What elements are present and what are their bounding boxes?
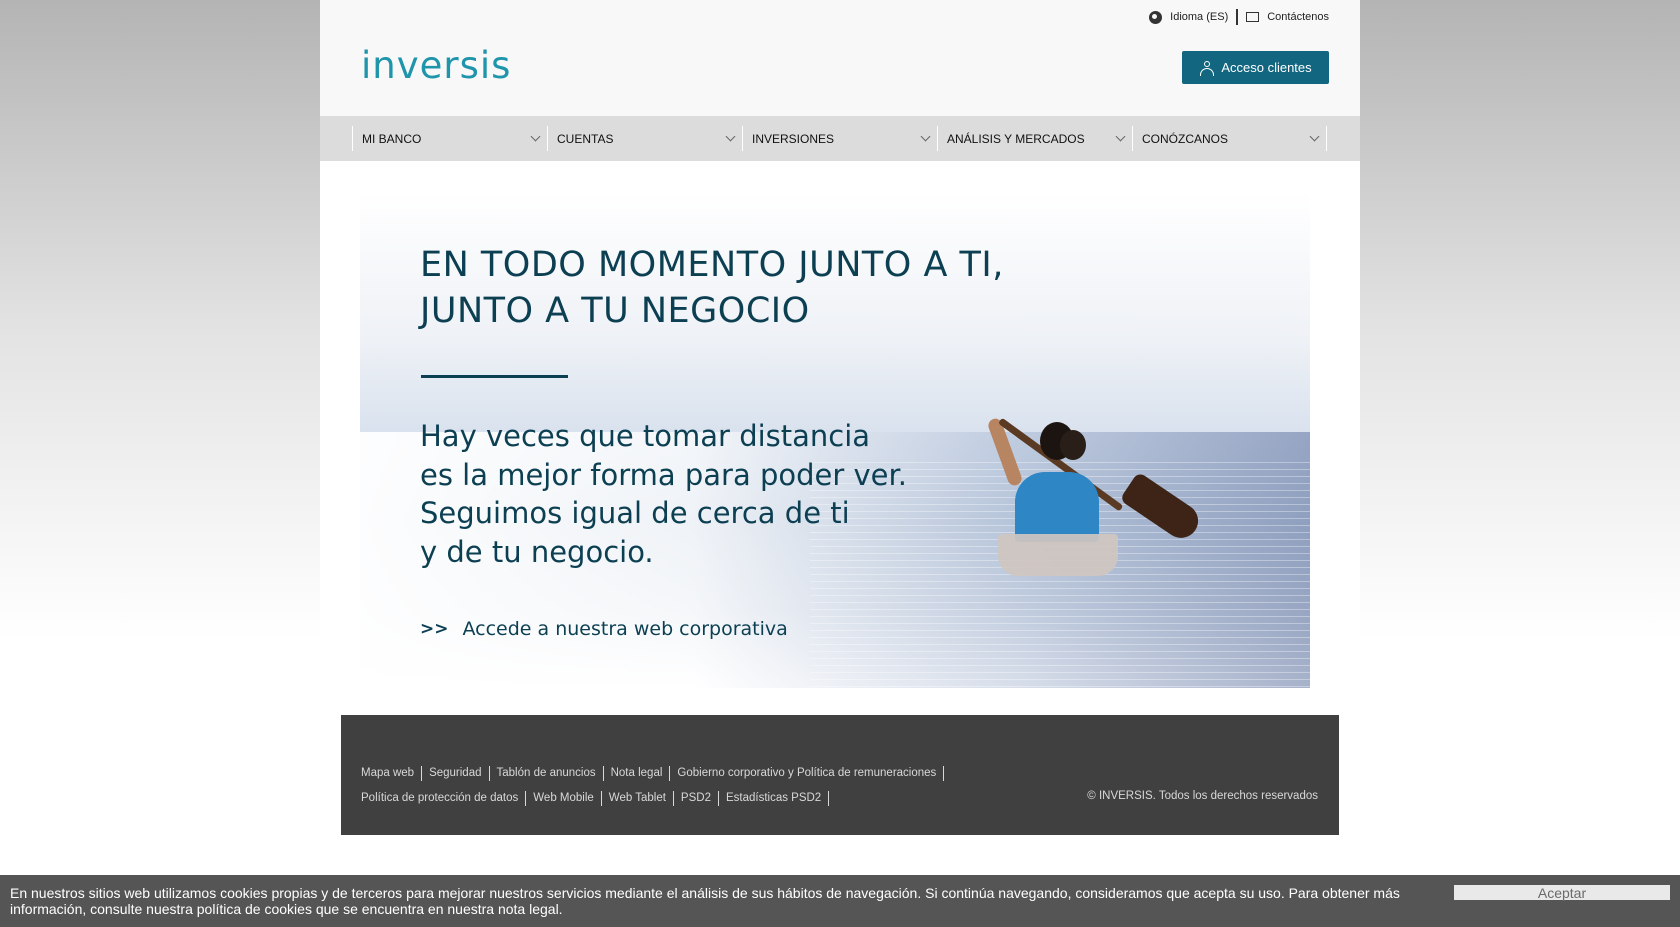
mail-icon	[1246, 12, 1260, 22]
utility-divider	[1236, 9, 1239, 25]
footer-link-psd2[interactable]: PSD2	[674, 791, 719, 806]
globe-icon	[1149, 10, 1163, 24]
paddler-illustration	[960, 397, 1205, 597]
nav-item-mi-banco[interactable]: MI BANCO	[352, 126, 547, 151]
nav-item-analisis-mercados[interactable]: ANÁLISIS Y MERCADOS	[937, 126, 1132, 151]
hero-title-line: JUNTO A TU NEGOCIO	[420, 291, 810, 331]
nav-item-conozcanos[interactable]: CONÓZCANOS	[1132, 126, 1327, 151]
nav-item-label: CUENTAS	[557, 131, 614, 146]
footer-links: Mapa web Seguridad Tablón de anuncios No…	[361, 764, 945, 814]
footer-link-gobierno[interactable]: Gobierno corporativo y Política de remun…	[670, 766, 945, 781]
nav-item-cuentas[interactable]: CUENTAS	[547, 126, 742, 151]
nav-item-label: INVERSIONES	[752, 131, 835, 146]
chevron-down-icon	[920, 131, 931, 142]
chevron-down-icon	[725, 131, 736, 142]
hero-text-line: y de tu negocio.	[420, 534, 654, 569]
contact-link[interactable]: Contáctenos	[1246, 11, 1329, 23]
corporate-web-link[interactable]: >> Accede a nuestra web corporativa	[420, 618, 788, 640]
footer-link-proteccion-datos[interactable]: Política de protección de datos	[361, 791, 527, 806]
cookie-accept-button[interactable]: Aceptar	[1454, 885, 1670, 901]
footer-row: Política de protección de datos Web Mobi…	[361, 789, 944, 808]
main-nav: MI BANCO CUENTAS INVERSIONES ANÁLISIS Y …	[320, 116, 1360, 161]
double-arrow-icon: >>	[420, 619, 449, 639]
footer-link-tablon[interactable]: Tablón de anuncios	[490, 766, 604, 781]
user-icon	[1199, 60, 1215, 76]
nav-item-label: MI BANCO	[362, 131, 422, 146]
hero-text-line: Seguimos igual de cerca de ti	[420, 496, 850, 530]
site-header: Idioma (ES) Contáctenos inversis Acceso …	[320, 0, 1360, 116]
inversis-logo[interactable]: inversis	[361, 44, 511, 87]
footer-link-estadisticas-psd2[interactable]: Estadísticas PSD2	[719, 791, 830, 806]
chevron-down-icon	[1309, 131, 1320, 142]
hero-text-line: Hay veces que tomar distancia	[420, 419, 871, 453]
utility-bar: Idioma (ES) Contáctenos	[1149, 9, 1329, 25]
cookie-message: En nuestros sitios web utilizamos cookie…	[10, 885, 1400, 917]
client-access-button[interactable]: Acceso clientes	[1182, 51, 1329, 84]
language-label: Idioma (ES)	[1170, 11, 1229, 23]
copyright-text: © INVERSIS. Todos los derechos reservado…	[1087, 790, 1318, 802]
hero-text-line: es la mejor forma para poder ver.	[420, 457, 907, 492]
hero-title-line: EN TODO MOMENTO JUNTO A TI,	[420, 245, 1004, 285]
nav-item-label: CONÓZCANOS	[1142, 131, 1229, 146]
contact-label: Contáctenos	[1267, 11, 1329, 23]
language-selector[interactable]: Idioma (ES)	[1149, 10, 1229, 24]
hero-message: Hay veces que tomar distancia es la mejo…	[420, 417, 907, 571]
page-container: Idioma (ES) Contáctenos inversis Acceso …	[320, 0, 1360, 700]
cookie-banner: En nuestros sitios web utilizamos cookie…	[0, 875, 1680, 927]
hero-banner: EN TODO MOMENTO JUNTO A TI, JUNTO A TU N…	[360, 192, 1310, 688]
footer-row: Mapa web Seguridad Tablón de anuncios No…	[361, 764, 945, 783]
site-footer: Mapa web Seguridad Tablón de anuncios No…	[341, 715, 1339, 835]
corporate-web-link-label: Accede a nuestra web corporativa	[462, 618, 788, 640]
footer-link-mapa-web[interactable]: Mapa web	[361, 766, 423, 781]
footer-link-web-tablet[interactable]: Web Tablet	[602, 791, 674, 806]
footer-link-seguridad[interactable]: Seguridad	[422, 766, 490, 781]
footer-link-nota-legal[interactable]: Nota legal	[604, 766, 671, 781]
footer-link-web-mobile[interactable]: Web Mobile	[526, 791, 602, 806]
chevron-down-icon	[1115, 131, 1126, 142]
client-access-label: Acceso clientes	[1221, 60, 1312, 75]
hero-title: EN TODO MOMENTO JUNTO A TI, JUNTO A TU N…	[420, 242, 1004, 334]
chevron-down-icon	[530, 131, 541, 142]
hero-divider	[421, 375, 568, 378]
nav-item-label: ANÁLISIS Y MERCADOS	[947, 131, 1085, 146]
nav-item-inversiones[interactable]: INVERSIONES	[742, 126, 937, 151]
